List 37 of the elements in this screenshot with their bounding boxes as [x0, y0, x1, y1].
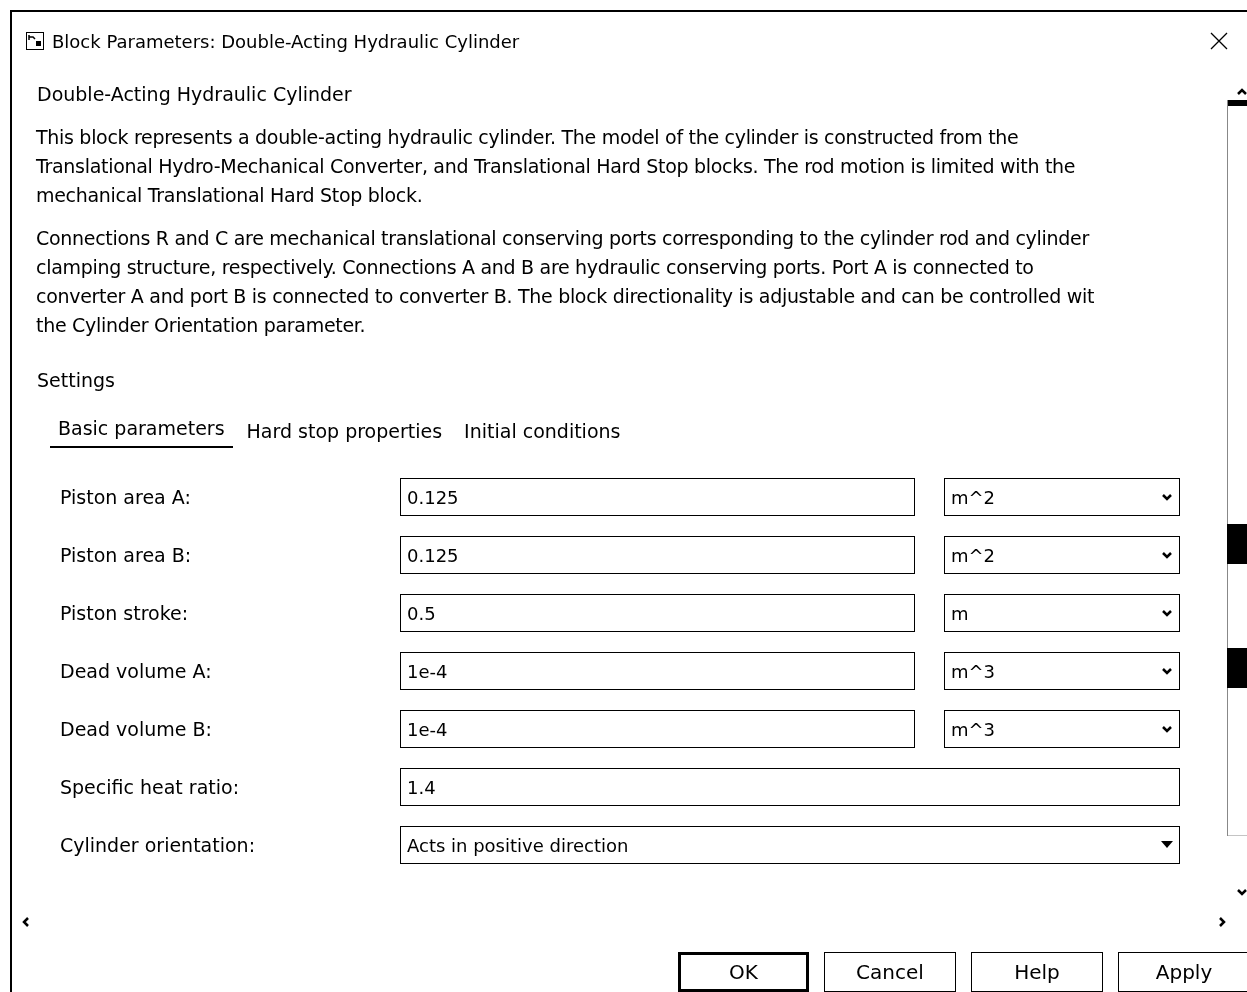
tab[interactable]: Basic parameters	[50, 414, 233, 448]
dialog-button[interactable]: OK	[678, 952, 809, 992]
value-field[interactable]: 1e-4	[400, 652, 915, 690]
parameter-label: Piston area A:	[59, 484, 192, 510]
parameter-label: Specific heat ratio:	[59, 774, 241, 800]
parameter-label: Dead volume A:	[59, 658, 213, 684]
unit-dropdown[interactable]: m^2	[944, 536, 1180, 574]
orientation-dropdown[interactable]: Acts in positive direction	[400, 826, 1180, 864]
dialog-button[interactable]: Apply	[1118, 952, 1247, 992]
parameter-label: Dead volume B:	[59, 716, 213, 742]
unit-dropdown[interactable]: m^3	[944, 652, 1180, 690]
dropdown-arrow-icon	[1161, 841, 1173, 849]
scroll-left-icon[interactable]	[20, 916, 32, 928]
close-icon[interactable]	[1210, 32, 1228, 50]
block-icon	[26, 32, 44, 50]
window-title: Block Parameters: Double-Acting Hydraulic Cylinder	[52, 29, 520, 54]
parameter-label: Cylinder orientation:	[59, 832, 257, 858]
dialog-button[interactable]: Cancel	[824, 952, 956, 992]
description-paragraph: This block represents a double-acting hydraulic cylinder. The model of the cylinder is constructed from the Translational Hydro-Mechanical Converter, and Translational Hard Stop blocks. The rod motion is limited with the mechanical Translational Hard Stop block.	[36, 124, 1076, 208]
value-field[interactable]: 0.125	[400, 478, 915, 516]
parameter-label: Piston stroke:	[59, 600, 190, 626]
settings-label: Settings	[37, 367, 115, 393]
dialog-button[interactable]: Help	[971, 952, 1103, 992]
unit-dropdown[interactable]: m^2	[944, 478, 1180, 516]
description-paragraph: Connections R and C are mechanical translational conserving ports corresponding to the cylinder rod and cylinder clamping structure, respectively. Connections A and B are hydraulic conserving ports. Port A is connected to converter A and port B is connected to converter B. The block directionality is adjustable and can be controlled wit the Cylinder Orientation parameter.	[36, 225, 1095, 338]
scroll-down-icon[interactable]	[1236, 886, 1247, 898]
unit-dropdown[interactable]: m	[944, 594, 1180, 632]
value-field[interactable]: 0.5	[400, 594, 915, 632]
block-name: Double-Acting Hydraulic Cylinder	[37, 82, 353, 107]
parameter-label: Piston area B:	[59, 542, 193, 568]
scroll-right-icon[interactable]	[1216, 916, 1228, 928]
value-field[interactable]: 0.125	[400, 536, 915, 574]
tab[interactable]: Hard stop properties	[238, 414, 451, 448]
unit-dropdown[interactable]: m^3	[944, 710, 1180, 748]
value-field[interactable]: 1.4	[400, 768, 1180, 806]
value-field[interactable]: 1e-4	[400, 710, 915, 748]
tab[interactable]: Initial conditions	[456, 414, 629, 448]
